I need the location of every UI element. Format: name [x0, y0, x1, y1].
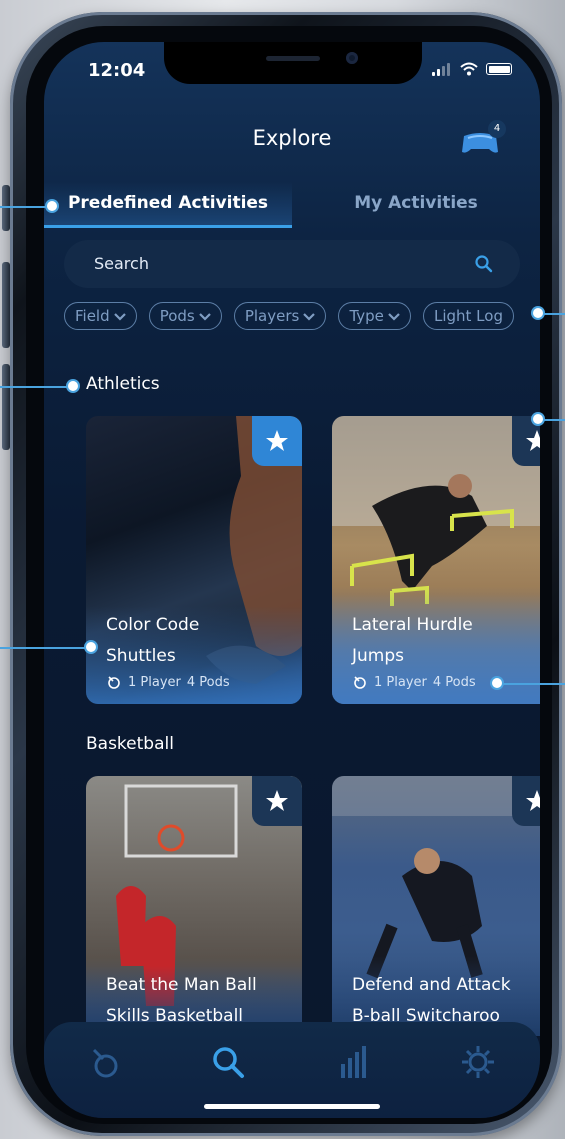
callout-dot-card: [533, 414, 543, 424]
pods-count-badge: 4: [488, 120, 506, 138]
search-nav-icon[interactable]: [210, 1044, 246, 1080]
filter-field[interactable]: Field: [64, 302, 137, 330]
filter-type[interactable]: Type: [338, 302, 411, 330]
star-icon: [266, 430, 288, 451]
app-screen: 12:04 Explore 4 Predefined Activities My…: [44, 42, 540, 1118]
callout-dot-section: [68, 381, 78, 391]
card-meta: 1 Player 4 Pods: [352, 674, 476, 690]
filter-light-logic-label: Light Log: [433, 307, 503, 325]
side-button: [2, 185, 10, 231]
filter-players-label: Players: [244, 307, 300, 325]
status-time: 12:04: [88, 60, 146, 81]
filter-players[interactable]: Players: [233, 302, 327, 330]
section-title-basketball: Basketball: [86, 734, 174, 754]
filter-pods-label: Pods: [159, 307, 195, 325]
filter-field-label: Field: [75, 307, 110, 325]
star-icon: [266, 790, 288, 811]
card-title-line1: Lateral Hurdle: [352, 615, 473, 635]
card-meta: 1 Player 4 Pods: [106, 674, 230, 690]
tab-my-activities[interactable]: My Activities: [292, 182, 540, 228]
card-title-line1: Color Code: [106, 615, 200, 635]
volume-up-button: [2, 262, 10, 348]
pods-nav-icon[interactable]: [88, 1044, 124, 1080]
chevron-down-icon: [113, 312, 126, 321]
card-title-line2: Jumps: [352, 646, 404, 666]
card-players: 1 Player: [128, 674, 181, 690]
card-title-line1: Beat the Man Ball: [106, 975, 257, 995]
callout-dot-meta: [492, 678, 502, 688]
pod-icon: [108, 676, 120, 689]
signal-icon: [432, 62, 452, 76]
callout-line-section: [0, 386, 72, 388]
home-indicator[interactable]: [204, 1104, 380, 1109]
activity-card-defend-and-attack[interactable]: Defend and Attack B-ball Switcharoo: [332, 776, 540, 1036]
callout-dot-filters: [533, 308, 543, 318]
favorite-button[interactable]: [252, 416, 302, 466]
callout-line-card-title: [0, 647, 90, 649]
speaker: [266, 56, 320, 61]
card-players: 1 Player: [374, 674, 427, 690]
activity-tabs: Predefined Activities My Activities: [44, 182, 540, 228]
callout-line-meta: [496, 683, 565, 685]
tab-predefined-activities[interactable]: Predefined Activities: [44, 182, 292, 228]
activity-card-lateral-hurdle-jumps[interactable]: Lateral Hurdle Jumps 1 Player 4 Pods: [332, 416, 540, 704]
wifi-icon: [460, 62, 478, 76]
filter-pods[interactable]: Pods: [148, 302, 222, 330]
chevron-down-icon: [198, 312, 211, 321]
card-pods: 4 Pods: [432, 674, 476, 690]
activity-card-beat-the-man[interactable]: Beat the Man Ball Skills Basketball: [86, 776, 302, 1036]
settings-nav-icon[interactable]: [460, 1044, 496, 1080]
search-placeholder: Search: [94, 254, 149, 273]
camera: [346, 52, 358, 64]
chevron-down-icon: [303, 312, 316, 321]
chevron-down-icon: [388, 312, 400, 321]
stats-nav-icon[interactable]: [336, 1044, 372, 1080]
star-icon: [526, 790, 540, 811]
search-input[interactable]: Search: [64, 240, 520, 288]
section-title-athletics: Athletics: [86, 374, 160, 394]
card-pods: 4 Pods: [186, 674, 230, 690]
callout-dot-card-title: [86, 642, 96, 652]
favorite-button[interactable]: [252, 776, 302, 826]
favorite-button[interactable]: [512, 776, 540, 826]
callout-line-tabs: [0, 206, 50, 208]
filter-light-logic[interactable]: Light Log: [422, 302, 514, 330]
filter-chips: Field Pods Players Type Light Log: [64, 302, 521, 334]
activity-card-color-code-shuttles[interactable]: Color Code Shuttles 1 Player 4 Pods: [86, 416, 302, 704]
search-icon[interactable]: [474, 254, 494, 274]
card-title-line2: Shuttles: [106, 646, 176, 666]
card-title-line1: Defend and Attack: [352, 975, 511, 995]
callout-dot-tabs: [47, 201, 57, 211]
pod-icon: [354, 676, 366, 689]
pods-button[interactable]: 4: [458, 120, 506, 158]
battery-icon: [486, 63, 512, 75]
filter-type-label: Type: [349, 307, 384, 325]
status-icons: [432, 62, 512, 76]
notch: [164, 42, 422, 84]
volume-down-button: [2, 364, 10, 450]
